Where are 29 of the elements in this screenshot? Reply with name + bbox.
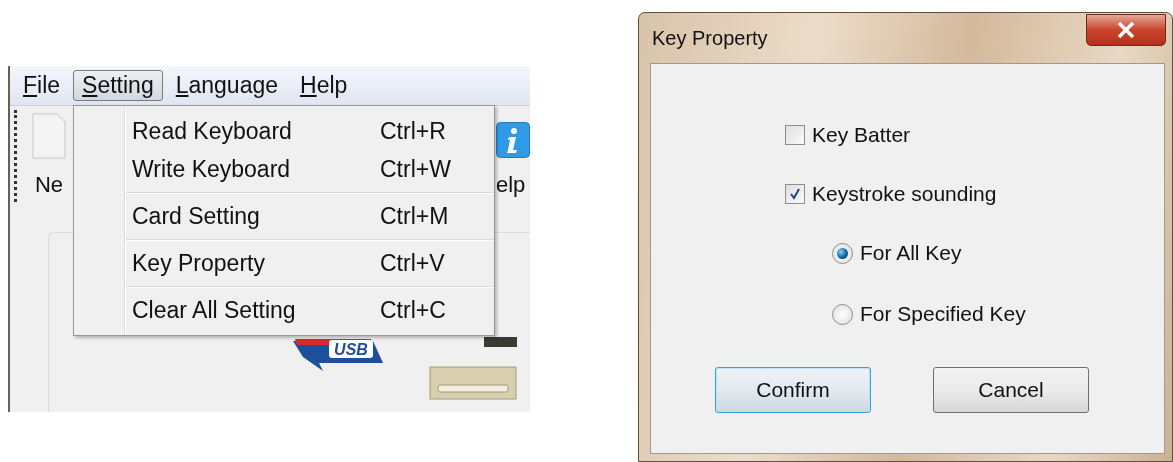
menu-item[interactable]: Key Property Ctrl+V	[126, 244, 494, 282]
checkbox[interactable]	[785, 184, 805, 204]
radio-button[interactable]	[832, 303, 853, 325]
dialog-title: Key Property	[652, 27, 768, 50]
toolbar-button[interactable]: Ne	[31, 112, 67, 198]
menu-bar-item[interactable]: Help	[291, 70, 357, 101]
dialog-button[interactable]: Confirm	[715, 367, 871, 413]
checkbox[interactable]	[785, 125, 805, 145]
radio-label: For All Key	[860, 241, 962, 265]
dialog-button[interactable]: Cancel	[933, 367, 1089, 413]
menu-bar-item[interactable]: Setting	[73, 70, 163, 101]
check-icon	[788, 187, 802, 201]
info-icon	[496, 122, 530, 158]
menu-item[interactable]: Card Setting Ctrl+M	[126, 197, 494, 235]
radio-label: For Specified Key	[860, 302, 1026, 326]
close-icon	[1116, 21, 1136, 39]
menu-bar-item[interactable]: File	[14, 70, 70, 101]
checkbox-label: Key Batter	[812, 123, 911, 147]
menu-item[interactable]: Read Keyboard Ctrl+R	[74, 112, 494, 150]
radio-button[interactable]	[832, 242, 853, 264]
menu-bar-item[interactable]: Language	[166, 70, 288, 101]
close-button[interactable]	[1086, 14, 1166, 46]
toolbar-button[interactable]: elp	[496, 122, 530, 198]
menu-item[interactable]: Clear All Setting Ctrl+C	[126, 291, 494, 329]
document-icon	[31, 112, 67, 160]
menu-item[interactable]: Write Keyboard Ctrl+W	[74, 150, 494, 188]
toolbar-grip[interactable]	[14, 110, 19, 202]
card-reader-icon	[429, 337, 517, 401]
checkbox-label: Keystroke sounding	[812, 182, 997, 206]
